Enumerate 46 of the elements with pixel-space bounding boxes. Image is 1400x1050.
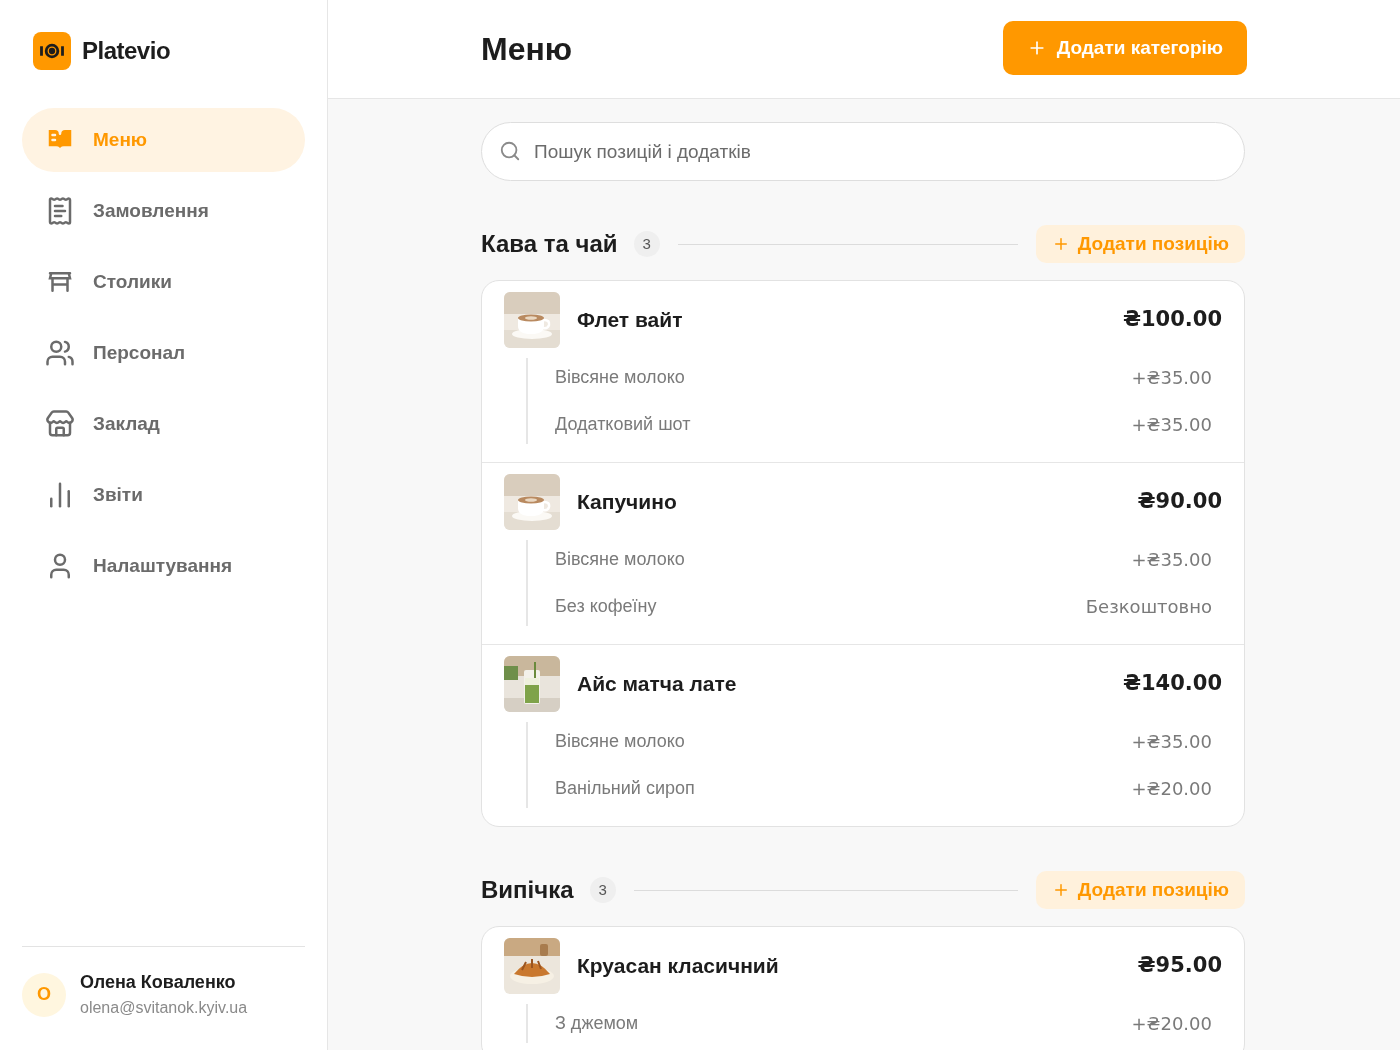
item-count: 3 — [633, 231, 660, 257]
item-price: ₴140.00 — [1122, 670, 1222, 698]
nav-item[interactable]: Персонал — [22, 321, 305, 385]
item-name: Капучино — [577, 489, 678, 516]
logo-icon — [33, 32, 71, 70]
item-name: Айс матча лате — [577, 671, 738, 698]
store-icon — [45, 409, 75, 439]
brand-name: Platevio — [82, 36, 171, 66]
item-price: ₴100.00 — [1122, 306, 1222, 334]
addon-name: З джемом — [555, 1012, 639, 1035]
item-price: ₴90.00 — [1137, 488, 1222, 516]
addon-name: Додатковий шот — [555, 413, 691, 436]
item-count: 3 — [589, 877, 616, 903]
item-price: ₴95.00 — [1137, 952, 1222, 980]
addon-price: +₴20.00 — [1131, 777, 1212, 801]
item-name: Флет вайт — [577, 307, 684, 334]
addon-price: +₴35.00 — [1131, 548, 1212, 572]
category-title: Випічка — [481, 875, 574, 905]
nav-item[interactable]: Замовлення — [22, 179, 305, 243]
nav-item[interactable]: Налаштування — [22, 534, 305, 598]
nav-item[interactable]: Столики — [22, 250, 305, 314]
category-title: Кава та чай — [481, 229, 618, 259]
addon-name: Ванільний сироп — [555, 777, 695, 800]
nav-item[interactable]: Заклад — [22, 392, 305, 456]
search-icon — [499, 140, 521, 162]
addon-name: Вівсяне молоко — [555, 366, 685, 389]
user-avatar: О — [22, 972, 66, 1017]
search-field[interactable]: Пошук позицій і додатків — [481, 122, 1245, 181]
addon-price: Безкоштовно — [1085, 595, 1212, 619]
menu-item-row[interactable]: Айс матча лате ₴140.00 Вівсяне молоко +₴35.00 Ванільний сироп +₴20.00 — [482, 645, 1244, 826]
menu-item-row[interactable]: Круасан класичний ₴95.00 З джемом +₴20.00 — [482, 927, 1244, 1050]
menu-item-row[interactable]: Флет вайт ₴100.00 Вівсяне молоко +₴35.00 Додатковий шот +₴35.00 — [482, 281, 1244, 463]
addon-price: +₴35.00 — [1131, 413, 1212, 437]
users-icon — [45, 338, 75, 368]
addon-price: +₴35.00 — [1131, 730, 1212, 754]
addon-name: Вівсяне молоко — [555, 730, 685, 753]
addon-name: Вівсяне молоко — [555, 548, 685, 571]
addon-price: +₴20.00 — [1131, 1012, 1212, 1036]
page-title: Меню — [481, 30, 573, 69]
user-name: Олена Коваленко — [80, 971, 237, 994]
nav-item[interactable]: Звіти — [22, 463, 305, 527]
addon-price: +₴35.00 — [1131, 366, 1212, 390]
item-name: Круасан класичний — [577, 953, 780, 980]
user-email: olena@svitanok.kyiv.ua — [80, 998, 248, 1018]
addon-name: Без кофеїну — [555, 595, 657, 618]
menu-item-row[interactable]: Капучино ₴90.00 Вівсяне молоко +₴35.00 Без кофеїну Безкоштовно — [482, 463, 1244, 645]
